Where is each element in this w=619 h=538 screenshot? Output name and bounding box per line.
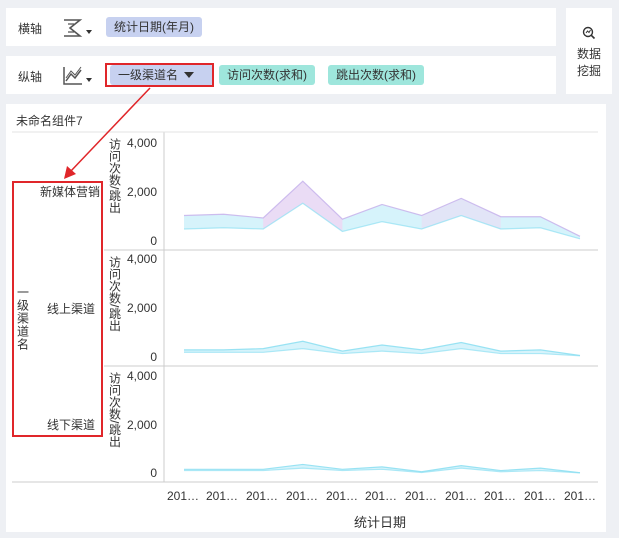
x-axis-title: 统计日期 — [353, 515, 406, 530]
y-tick-2-4000: 4,000 — [126, 369, 157, 383]
x-tick: 201… — [523, 489, 557, 503]
x-tick: 201… — [483, 489, 517, 503]
y-axis-title-2: 访问次数/跳出 — [106, 372, 122, 450]
x-tick: 201… — [444, 489, 478, 503]
annotation-box-facets — [12, 181, 103, 437]
y-tick-0-4000: 4,000 — [126, 136, 157, 150]
x-tick: 201… — [364, 489, 398, 503]
x-tick: 201… — [325, 489, 359, 503]
x-tick: 201… — [245, 489, 279, 503]
annotation-box-dimension — [105, 63, 214, 87]
x-tick: 201… — [404, 489, 438, 503]
y-axis-title-1: 访问次数/跳出 — [106, 256, 122, 334]
y-axis-title-2-text: 访问次数/跳出 — [107, 372, 122, 448]
x-tick: 201… — [205, 489, 239, 503]
y-tick-1-4000: 4,000 — [126, 252, 157, 266]
y-tick-0-2000: 2,000 — [126, 185, 157, 199]
x-tick: 201… — [285, 489, 319, 503]
y-axis-title-1-text: 访问次数/跳出 — [107, 256, 122, 332]
y-tick-2-0: 0 — [150, 466, 157, 480]
area-band-0 — [184, 181, 580, 239]
y-tick-1-2000: 2,000 — [126, 301, 157, 315]
x-tick: 201… — [563, 489, 597, 503]
y-tick-2-2000: 2,000 — [126, 418, 157, 432]
y-tick-0-0: 0 — [150, 234, 157, 248]
y-tick-1-0: 0 — [150, 350, 157, 364]
x-tick: 201… — [166, 489, 200, 503]
